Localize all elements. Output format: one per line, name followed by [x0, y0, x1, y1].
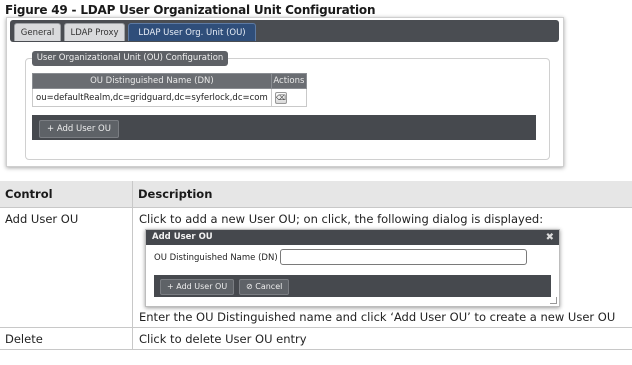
control-cell: Add User OU: [0, 207, 133, 328]
column-header-actions: Actions: [270, 73, 308, 89]
ou-dn-label: OU Distinguished Name (DN): [154, 253, 278, 263]
control-cell: Delete: [0, 327, 133, 350]
control-header: Control: [0, 181, 133, 208]
ou-table: OU Distinguished Name (DN) Actions ou=de…: [32, 73, 308, 107]
ou-dn-cell: ou=defaultRealm,dc=gridguard,dc=syferloc…: [32, 88, 272, 107]
dialog-title: Add User OU: [146, 230, 559, 245]
ou-config-title: User Organizational Unit (OU) Configurat…: [32, 51, 228, 66]
description-text: Click to add a new User OU; on click, th…: [139, 212, 544, 226]
dialog-cancel-button[interactable]: ⊘ Cancel: [239, 279, 290, 295]
description-cell: Click to add a new User OU; on click, th…: [132, 207, 632, 328]
ldap-ou-screenshot: General LDAP Proxy LDAP User Org. Unit (…: [6, 17, 564, 167]
add-user-ou-button[interactable]: + Add User OU: [39, 120, 119, 138]
description-text: Enter the OU Distinguished name and clic…: [139, 310, 616, 324]
control-description-table: Control Description Add User OU Click to…: [0, 181, 632, 350]
table-row: Delete Click to delete User OU entry: [0, 327, 632, 350]
description-header: Description: [132, 181, 632, 208]
resize-grip-icon[interactable]: [550, 297, 557, 304]
tab-general[interactable]: General: [14, 23, 61, 41]
add-user-ou-dialog: Add User OU ✖ OU Distinguished Name (DN)…: [145, 229, 560, 307]
trash-icon[interactable]: ⌫: [274, 91, 287, 104]
tab-ldap-user-ou[interactable]: LDAP User Org. Unit (OU): [128, 23, 256, 41]
close-icon[interactable]: ✖: [546, 230, 554, 245]
ou-dn-input[interactable]: [280, 249, 527, 265]
dialog-add-user-ou-button[interactable]: + Add User OU: [160, 279, 235, 295]
tab-bar: General LDAP Proxy LDAP User Org. Unit (…: [10, 20, 559, 42]
column-header-dn[interactable]: OU Distinguished Name (DN): [32, 73, 272, 89]
table-row: ou=defaultRealm,dc=gridguard,dc=syferloc…: [32, 88, 308, 107]
description-cell: Click to delete User OU entry: [132, 327, 632, 350]
figure-caption: Figure 49 - LDAP User Organizational Uni…: [5, 3, 376, 17]
dialog-action-bar: + Add User OU ⊘ Cancel: [154, 275, 551, 297]
table-row: Add User OU Click to add a new User OU; …: [0, 207, 632, 328]
ou-action-bar: + Add User OU: [32, 115, 536, 140]
actions-cell: ⌫: [270, 88, 308, 107]
tab-ldap-proxy[interactable]: LDAP Proxy: [64, 23, 125, 41]
